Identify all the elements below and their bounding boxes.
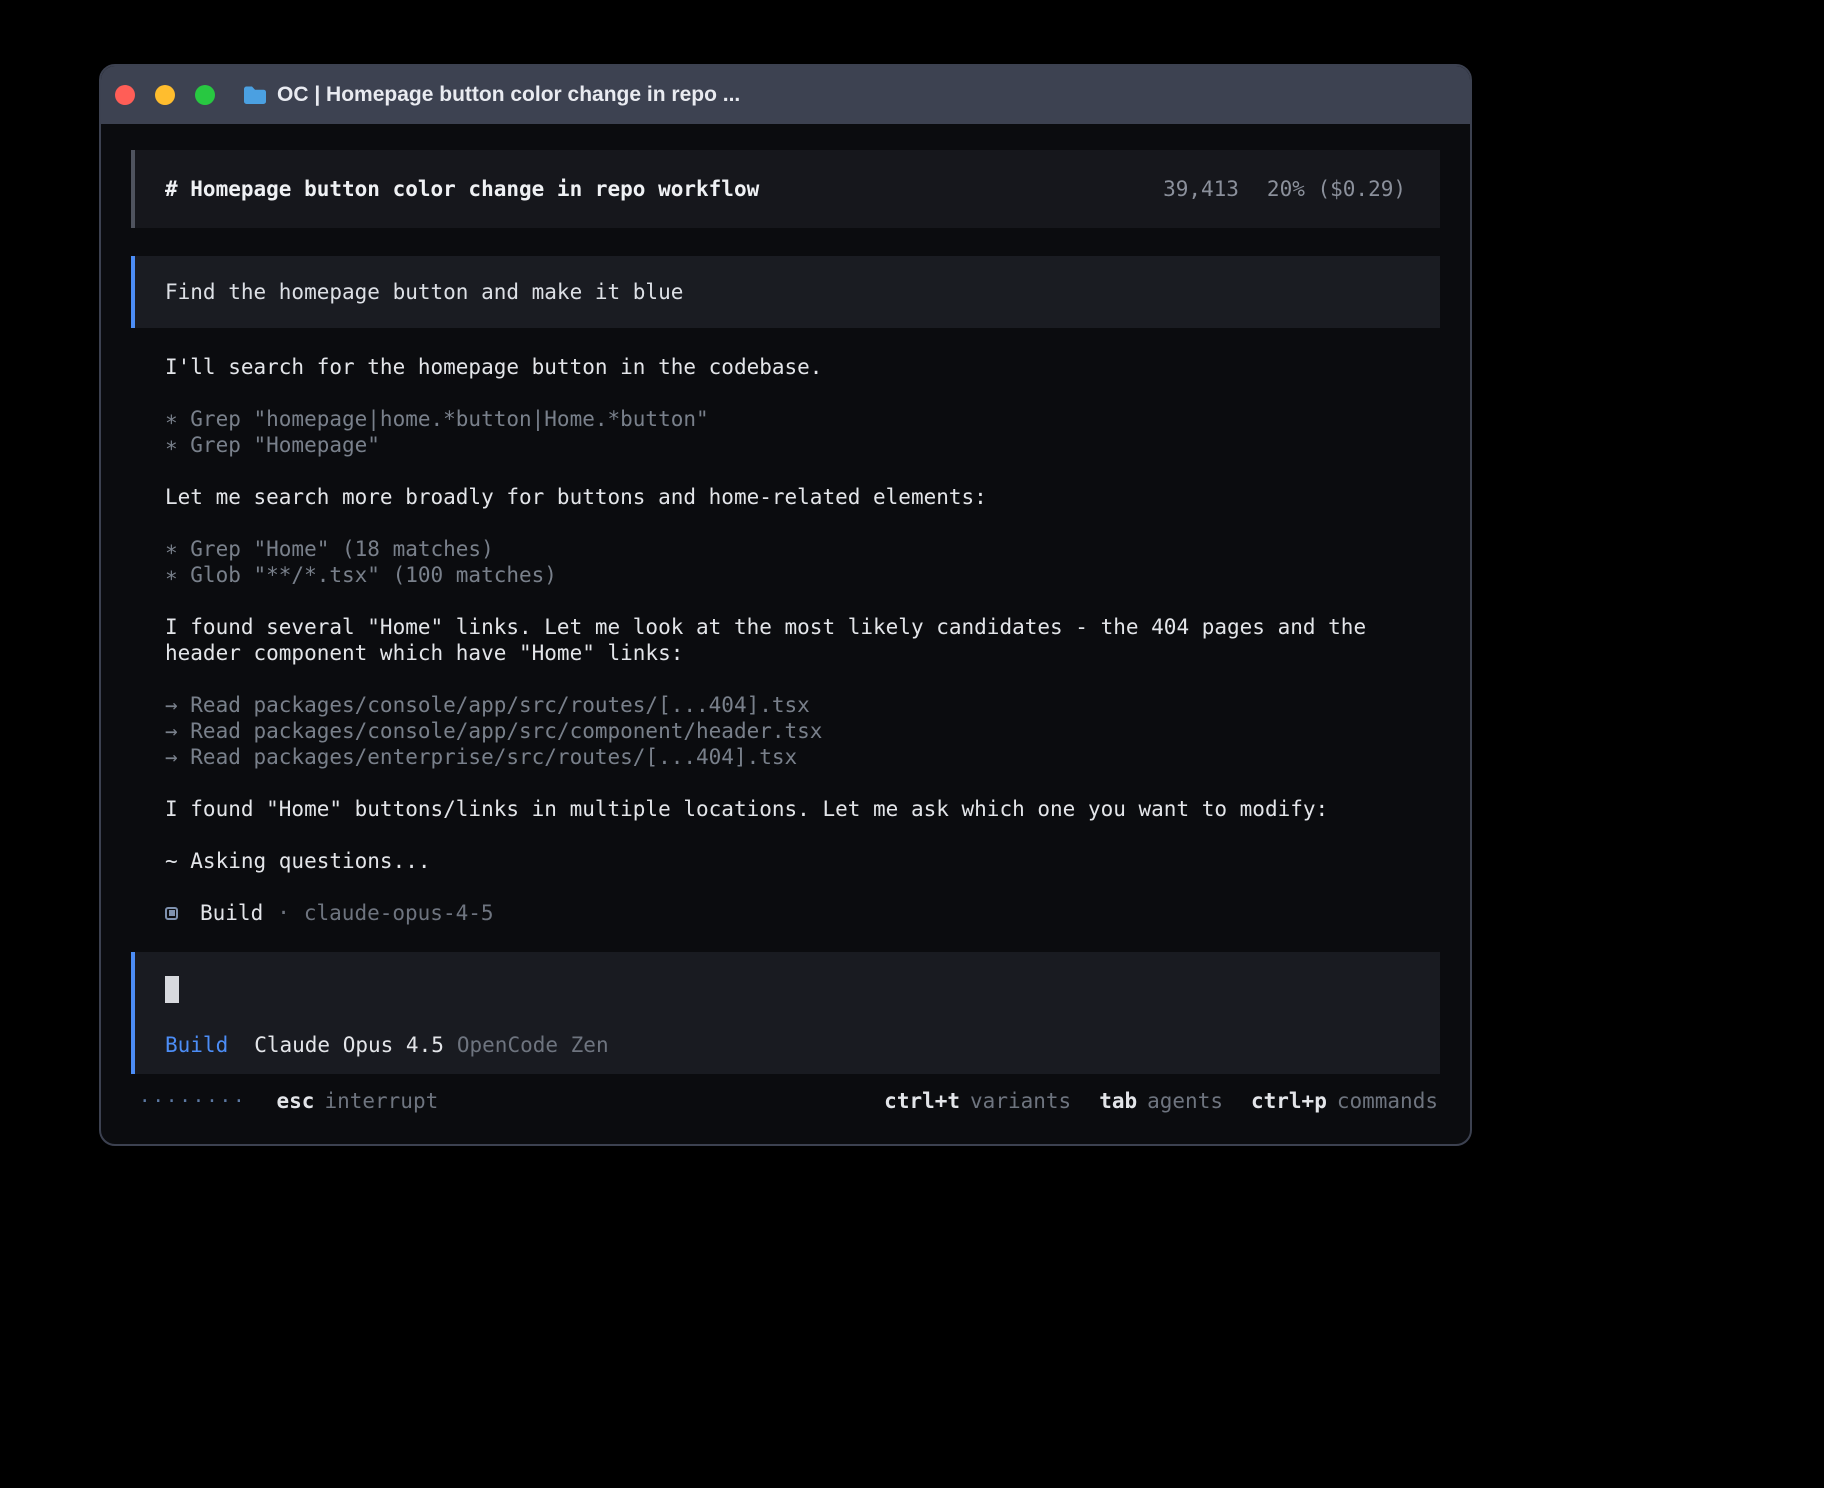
status-bar-right: ctrl+t variants tab agents ctrl+p comman… (884, 1088, 1438, 1114)
mode-label[interactable]: Build (165, 1032, 228, 1058)
token-count: 39,413 (1163, 176, 1239, 202)
assistant-intro-text: I'll search for the homepage button in t… (165, 354, 1438, 380)
grep-tool-call: ∗ Grep "homepage|home.*button|Home.*butt… (165, 406, 1440, 432)
read-tool-call: → Read packages/enterprise/src/routes/[.… (165, 744, 1440, 770)
minimize-button[interactable] (155, 85, 175, 105)
shortcut-key: ctrl+t (884, 1088, 960, 1114)
read-tool-call: → Read packages/console/app/src/routes/[… (165, 692, 1440, 718)
agent-model: claude-opus-4-5 (304, 900, 494, 926)
esc-key-hint: esc (277, 1088, 315, 1114)
context-usage: 20% ($0.29) (1267, 176, 1406, 202)
status-bar-left: ········ esc interrupt (139, 1088, 438, 1114)
terminal-content: # Homepage button color change in repo w… (101, 124, 1470, 1114)
close-button[interactable] (115, 85, 135, 105)
provider-label: OpenCode Zen (457, 1032, 609, 1058)
shortcut-variants: ctrl+t variants (884, 1088, 1071, 1114)
shortcut-label: variants (970, 1088, 1071, 1114)
agent-name: Build (200, 900, 263, 926)
tool-call-group: ∗ Grep "Home" (18 matches) ∗ Glob "**/*.… (165, 536, 1440, 588)
text-cursor (165, 976, 179, 1003)
user-message: Find the homepage button and make it blu… (131, 256, 1440, 328)
shortcut-key: ctrl+p (1251, 1088, 1327, 1114)
esc-key-label: interrupt (324, 1088, 438, 1114)
shortcut-label: commands (1337, 1088, 1438, 1114)
build-agent-icon (165, 907, 178, 920)
prompt-input[interactable]: Build Claude Opus 4.5 OpenCode Zen (131, 952, 1440, 1074)
assistant-status-text: ~ Asking questions... (165, 848, 1438, 874)
grep-tool-call: ∗ Grep "Home" (18 matches) (165, 536, 1440, 562)
shortcut-agents: tab agents (1099, 1088, 1223, 1114)
read-tool-call: → Read packages/console/app/src/componen… (165, 718, 1440, 744)
shortcut-key: tab (1099, 1088, 1137, 1114)
window-title: OC | Homepage button color change in rep… (277, 83, 740, 107)
read-tool-group: → Read packages/console/app/src/routes/[… (165, 692, 1440, 770)
agent-row: Build · claude-opus-4-5 (165, 900, 1440, 926)
model-label[interactable]: Claude Opus 4.5 (254, 1032, 444, 1058)
status-bar: ········ esc interrupt ctrl+t variants t… (131, 1088, 1440, 1114)
user-message-text: Find the homepage button and make it blu… (165, 279, 683, 305)
agent-separator: · (277, 900, 290, 926)
session-stats: 39,413 20% ($0.29) (1163, 176, 1406, 202)
assistant-broaden-text: Let me search more broadly for buttons a… (165, 484, 1438, 510)
shortcut-label: agents (1147, 1088, 1223, 1114)
input-footer: Build Claude Opus 4.5 OpenCode Zen (165, 1032, 1410, 1058)
session-header: # Homepage button color change in repo w… (131, 150, 1440, 228)
zoom-button[interactable] (195, 85, 215, 105)
grep-tool-call: ∗ Grep "Homepage" (165, 432, 1440, 458)
tool-call-group: ∗ Grep "homepage|home.*button|Home.*butt… (165, 406, 1440, 458)
spinner-dots: ········ (139, 1088, 247, 1114)
assistant-ask-text: I found "Home" buttons/links in multiple… (165, 796, 1438, 822)
folder-icon (243, 85, 267, 105)
assistant-found-links-text: I found several "Home" links. Let me loo… (165, 614, 1438, 666)
traffic-lights (115, 85, 215, 105)
titlebar[interactable]: OC | Homepage button color change in rep… (101, 66, 1470, 124)
session-title: # Homepage button color change in repo w… (165, 176, 759, 202)
terminal-window: OC | Homepage button color change in rep… (99, 64, 1472, 1146)
shortcut-commands: ctrl+p commands (1251, 1088, 1438, 1114)
glob-tool-call: ∗ Glob "**/*.tsx" (100 matches) (165, 562, 1440, 588)
